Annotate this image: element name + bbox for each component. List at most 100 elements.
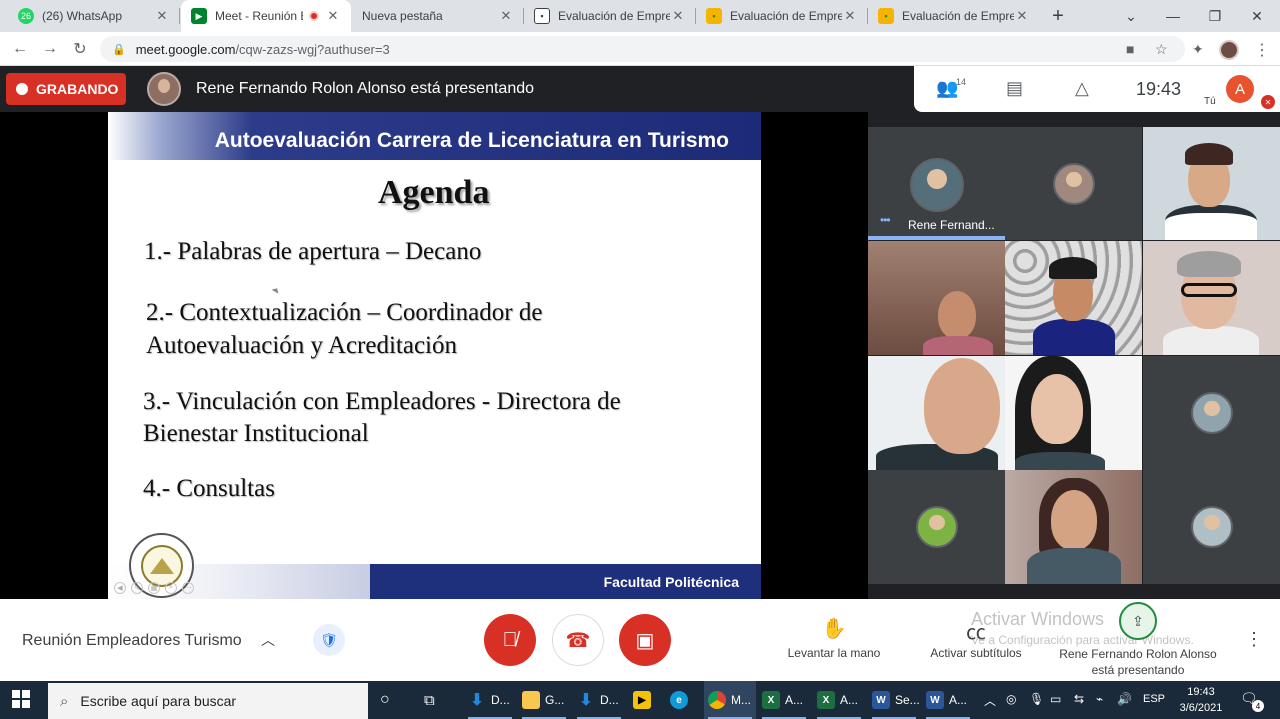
participant-tile[interactable] xyxy=(1005,127,1142,240)
participant-body xyxy=(1015,452,1105,470)
tab-evaluacion-3[interactable]: ▪ Evaluación de Empresa ✕ xyxy=(868,0,1040,32)
taskbar-app[interactable]: M... xyxy=(704,681,756,719)
taskbar-app[interactable]: X A... xyxy=(813,681,865,719)
tab-evaluacion-1[interactable]: ▪ Evaluación de Empresa ✕ xyxy=(524,0,696,32)
chevron-up-icon[interactable]: ︿ xyxy=(261,630,275,650)
participant-tile[interactable]: ••• Rene Fernand... xyxy=(868,127,1005,240)
meet-tray-icon[interactable]: ◎ xyxy=(1006,692,1016,706)
back-icon[interactable]: ← xyxy=(10,39,30,59)
participant-video[interactable] xyxy=(1005,470,1142,584)
taskbar-date: 3/6/2021 xyxy=(1179,702,1223,714)
taskbar-app-label: Se... xyxy=(895,693,920,707)
tab-label: Nueva pestaña xyxy=(362,9,443,23)
meeting-name[interactable]: Reunión Empleadores Turismo xyxy=(22,632,242,650)
close-icon[interactable]: ✕ xyxy=(154,8,170,24)
camera-icon[interactable]: ■ xyxy=(1126,41,1134,57)
meeting-clock: 19:43 xyxy=(1136,79,1182,99)
taskbar-app[interactable]: W A... xyxy=(922,681,974,719)
display-icon[interactable]: ▭ xyxy=(1050,692,1061,706)
recording-badge[interactable]: GRABANDO xyxy=(6,73,126,105)
taskbar-app[interactable]: ⬇ D... xyxy=(464,681,516,719)
participant-video[interactable] xyxy=(1143,127,1280,240)
more-options-icon[interactable]: ⋮ xyxy=(1245,629,1263,650)
classroom-icon: ▪ xyxy=(534,8,550,24)
taskbar-app[interactable]: X A... xyxy=(758,681,810,719)
reload-icon[interactable]: ↻ xyxy=(70,39,90,59)
close-icon[interactable]: ✕ xyxy=(842,8,858,24)
hang-up-icon: ☎ xyxy=(565,629,591,652)
participant-video[interactable] xyxy=(868,241,1005,355)
participant-video[interactable] xyxy=(868,356,1005,470)
close-window-icon[interactable]: ✕ xyxy=(1236,0,1278,32)
participant-avatar xyxy=(910,158,964,212)
self-avatar[interactable]: A xyxy=(1226,75,1254,103)
tab-evaluacion-2[interactable]: ▪ Evaluación de Empresa ✕ xyxy=(696,0,868,32)
profile-avatar[interactable] xyxy=(1219,40,1239,60)
tab-label: Meet - Reunión Em xyxy=(215,9,303,23)
forward-icon[interactable]: → xyxy=(40,39,60,59)
seal-emblem xyxy=(149,557,174,574)
tab-label: (26) WhatsApp xyxy=(42,9,123,23)
usb-icon[interactable]: ⌁ xyxy=(1096,692,1103,706)
close-icon[interactable]: ✕ xyxy=(1014,8,1030,24)
raise-hand-button[interactable]: ✋ Levantar la mano xyxy=(779,616,889,660)
participant-tile[interactable] xyxy=(1143,356,1280,470)
activities-icon[interactable]: △ xyxy=(1075,78,1089,99)
toggle-mic-button[interactable]: 🎙̸ xyxy=(484,614,536,666)
taskbar-search-input[interactable]: ⌕ Escribe aquí para buscar xyxy=(48,683,368,719)
prev-slide-icon[interactable]: ◀ xyxy=(114,582,126,594)
extensions-icon[interactable]: ✦ xyxy=(1192,41,1204,58)
url-input[interactable]: 🔒 meet.google.com/cqw-zazs-wgj?authuser=… xyxy=(100,36,1185,62)
language-indicator[interactable]: ESP xyxy=(1143,693,1165,705)
taskbar-app[interactable]: ▶ xyxy=(633,681,659,719)
participant-video[interactable] xyxy=(1143,241,1280,355)
network-icon[interactable]: ⇆ xyxy=(1074,692,1084,706)
taskbar-app[interactable]: W Se... xyxy=(868,681,920,719)
toggle-camera-button[interactable]: ▣ xyxy=(619,614,671,666)
browser-menu-icon[interactable]: ⋮ xyxy=(1254,40,1270,60)
participant-face xyxy=(938,291,976,339)
chevron-up-icon[interactable]: ︿ xyxy=(984,692,996,709)
slide-controls: ◀ ✎ ▦ ⌕ ⋯ xyxy=(114,582,194,594)
participant-tile[interactable] xyxy=(1143,470,1280,584)
participant-video[interactable] xyxy=(1005,241,1142,355)
participant-avatar xyxy=(916,506,958,548)
new-tab-button[interactable]: + xyxy=(1046,0,1070,32)
folder-icon xyxy=(522,691,540,709)
zoom-icon[interactable]: ⌕ xyxy=(165,582,177,594)
lock-icon: 🔒 xyxy=(112,43,126,56)
tab-whatsapp[interactable]: 26 (26) WhatsApp ✕ xyxy=(8,0,180,32)
tab-search-icon[interactable]: ⌄ xyxy=(1110,0,1152,32)
restore-icon[interactable]: ❐ xyxy=(1194,0,1236,32)
agenda-item-1: 1.- Palabras de apertura – Decano xyxy=(144,238,482,265)
close-icon[interactable]: ✕ xyxy=(325,8,341,24)
cortana-icon[interactable]: ○ xyxy=(380,681,400,719)
volume-icon[interactable]: 🔊 xyxy=(1117,692,1132,706)
close-icon[interactable]: ✕ xyxy=(498,8,514,24)
task-view-icon[interactable]: ⧉ xyxy=(424,681,444,719)
microphone-icon[interactable]: 🎙 xyxy=(1029,692,1044,706)
captions-label: Activar subtítulos xyxy=(930,646,1022,660)
windows-start-icon[interactable] xyxy=(12,690,30,708)
taskbar-app[interactable]: e xyxy=(670,681,696,719)
slides-icon[interactable]: ▦ xyxy=(148,582,160,594)
close-icon[interactable]: ✕ xyxy=(670,8,686,24)
participant-body xyxy=(1033,319,1115,355)
minimize-icon[interactable]: — xyxy=(1152,0,1194,32)
notifications-badge: 4 xyxy=(1252,700,1264,712)
taskbar-app[interactable]: ⬇ D... xyxy=(573,681,625,719)
pen-icon[interactable]: ✎ xyxy=(131,582,143,594)
present-now-button[interactable]: ⇪ Rene Fernando Rolon Alonso está presen… xyxy=(1055,602,1221,678)
taskbar-clock[interactable]: 19:43 3/6/2021 xyxy=(1177,684,1225,716)
bookmark-star-icon[interactable]: ☆ xyxy=(1155,41,1168,58)
chat-icon[interactable]: ▤ xyxy=(1006,78,1023,99)
participant-tile[interactable] xyxy=(868,470,1005,584)
tab-new-tab[interactable]: Nueva pestaña ✕ xyxy=(352,0,524,32)
participant-video[interactable] xyxy=(1005,356,1142,470)
more-options-icon[interactable]: ⋯ xyxy=(182,582,194,594)
tab-meet[interactable]: ▶ Meet - Reunión Em ✕ xyxy=(181,0,351,32)
leave-call-button[interactable]: ☎ xyxy=(552,614,604,666)
participant-body xyxy=(1027,548,1121,584)
taskbar-app[interactable]: G... xyxy=(518,681,570,719)
host-controls-shield-icon[interactable]: 🛡 xyxy=(313,624,345,656)
